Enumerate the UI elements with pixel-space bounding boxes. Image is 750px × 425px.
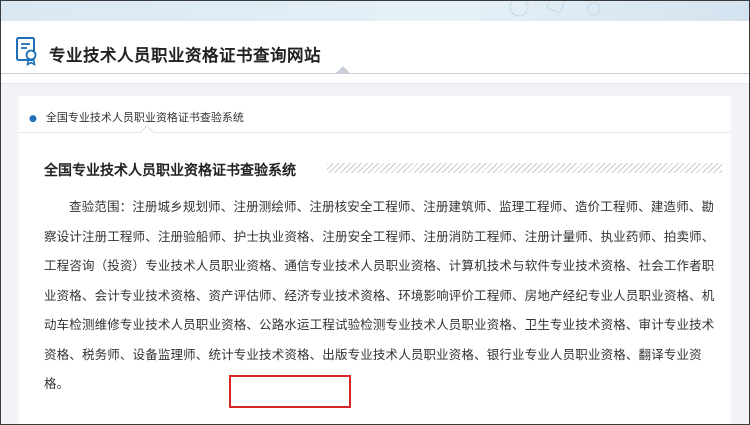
header-divider-notch	[336, 66, 350, 73]
breadcrumb: ● 全国专业技术人员职业资格证书查验系统	[29, 109, 244, 125]
highlight-box	[229, 375, 351, 408]
certificate-icon	[16, 37, 37, 66]
content-panel: ● 全国专业技术人员职业资格证书查验系统 全国专业技术人员职业资格证书查验系统 查…	[19, 96, 731, 424]
header-divider	[1, 73, 749, 74]
banner-decoration	[509, 1, 601, 17]
breadcrumb-divider	[19, 132, 731, 133]
top-banner	[1, 1, 749, 21]
title-hatch-decoration	[327, 163, 722, 173]
section-title: 全国专业技术人员职业资格证书查验系统	[44, 163, 296, 179]
breadcrumb-link[interactable]: 全国专业技术人员职业资格证书查验系统	[46, 111, 244, 124]
page-frame: 专业技术人员职业资格证书查询网站 ● 全国专业技术人员职业资格证书查验系统 全国专…	[0, 0, 750, 425]
scope-paragraph: 查验范围：注册城乡规划师、注册测绘师、注册核安全工程师、注册建筑师、监理工程师、…	[44, 199, 715, 391]
breadcrumb-notch-fill	[140, 127, 154, 134]
site-header: 专业技术人员职业资格证书查询网站	[1, 21, 749, 84]
bullet-icon: ●	[29, 114, 37, 124]
site-title: 专业技术人员职业资格证书查询网站	[49, 46, 321, 65]
